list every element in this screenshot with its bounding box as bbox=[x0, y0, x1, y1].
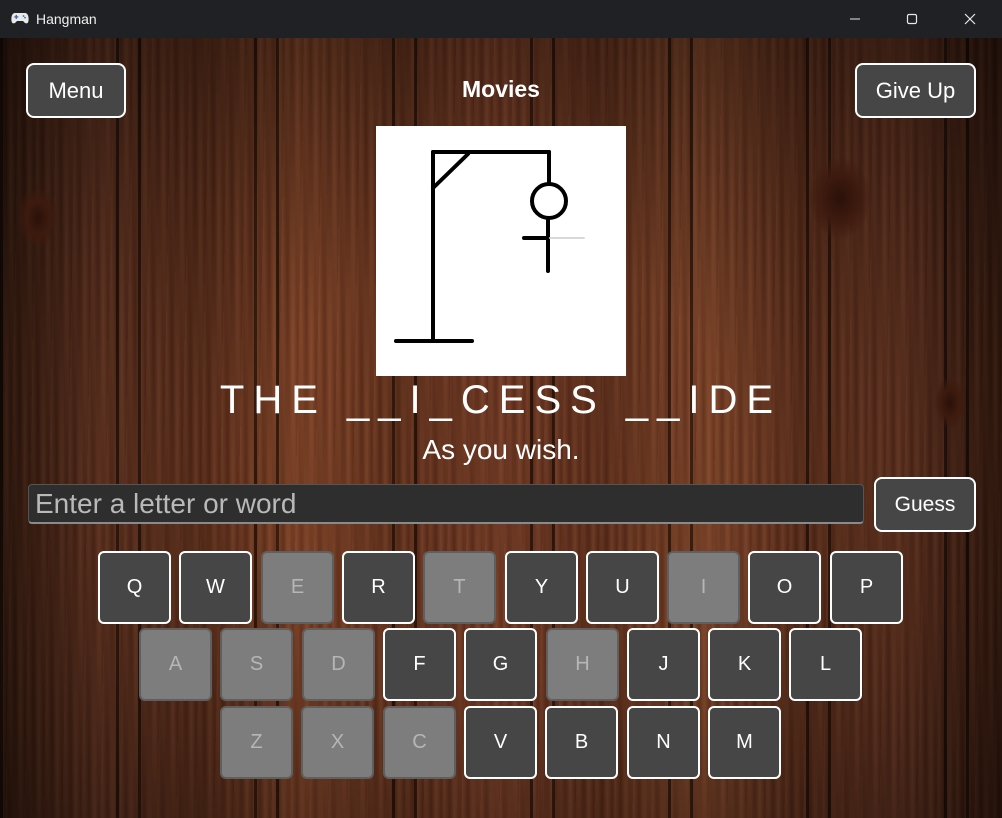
key-i: I bbox=[667, 551, 740, 624]
key-t: T bbox=[423, 551, 496, 624]
key-c: C bbox=[383, 706, 456, 779]
puzzle-word: THE __I_CESS __IDE bbox=[219, 378, 783, 422]
key-n[interactable]: N bbox=[627, 706, 700, 779]
gamepad-icon bbox=[11, 11, 29, 25]
minimize-icon bbox=[850, 18, 860, 20]
key-f[interactable]: F bbox=[383, 628, 456, 701]
key-e: E bbox=[261, 551, 334, 624]
key-h: H bbox=[546, 628, 619, 701]
title-bar[interactable]: Hangman bbox=[0, 0, 1002, 38]
key-l[interactable]: L bbox=[789, 628, 862, 701]
key-u[interactable]: U bbox=[586, 551, 659, 624]
key-g[interactable]: G bbox=[464, 628, 537, 701]
puzzle-hint: As you wish. bbox=[422, 434, 580, 465]
key-r[interactable]: R bbox=[342, 551, 415, 624]
key-s: S bbox=[220, 628, 293, 701]
key-d: D bbox=[302, 628, 375, 701]
key-j[interactable]: J bbox=[627, 628, 700, 701]
key-w[interactable]: W bbox=[179, 551, 252, 624]
key-o[interactable]: O bbox=[748, 551, 821, 624]
hangman-drawing bbox=[376, 126, 626, 376]
key-y[interactable]: Y bbox=[505, 551, 578, 624]
window-title: Hangman bbox=[36, 11, 97, 27]
minimize-button[interactable] bbox=[826, 0, 884, 38]
key-a: A bbox=[139, 628, 212, 701]
give-up-button[interactable]: Give Up bbox=[855, 63, 976, 118]
key-p[interactable]: P bbox=[830, 551, 903, 624]
category-title: Movies bbox=[462, 76, 540, 102]
wood-knot bbox=[18, 188, 58, 248]
key-m[interactable]: M bbox=[708, 706, 781, 779]
key-b[interactable]: B bbox=[545, 706, 618, 779]
wood-knot bbox=[810, 158, 870, 238]
key-q[interactable]: Q bbox=[98, 551, 171, 624]
game-area: Menu Movies Give Up THE __I_CESS __IDE A… bbox=[0, 38, 1002, 818]
key-z: Z bbox=[220, 706, 293, 779]
guess-input[interactable] bbox=[28, 484, 864, 524]
key-x: X bbox=[301, 706, 374, 779]
close-icon bbox=[964, 13, 976, 25]
key-v[interactable]: V bbox=[464, 706, 537, 779]
maximize-icon bbox=[906, 13, 918, 25]
close-button[interactable] bbox=[941, 0, 999, 38]
guess-button[interactable]: Guess bbox=[874, 477, 976, 532]
maximize-button[interactable] bbox=[883, 0, 941, 38]
key-k[interactable]: K bbox=[708, 628, 781, 701]
hangman-window: Hangman Menu Movies Give Up THE __I_CESS… bbox=[0, 0, 1002, 818]
